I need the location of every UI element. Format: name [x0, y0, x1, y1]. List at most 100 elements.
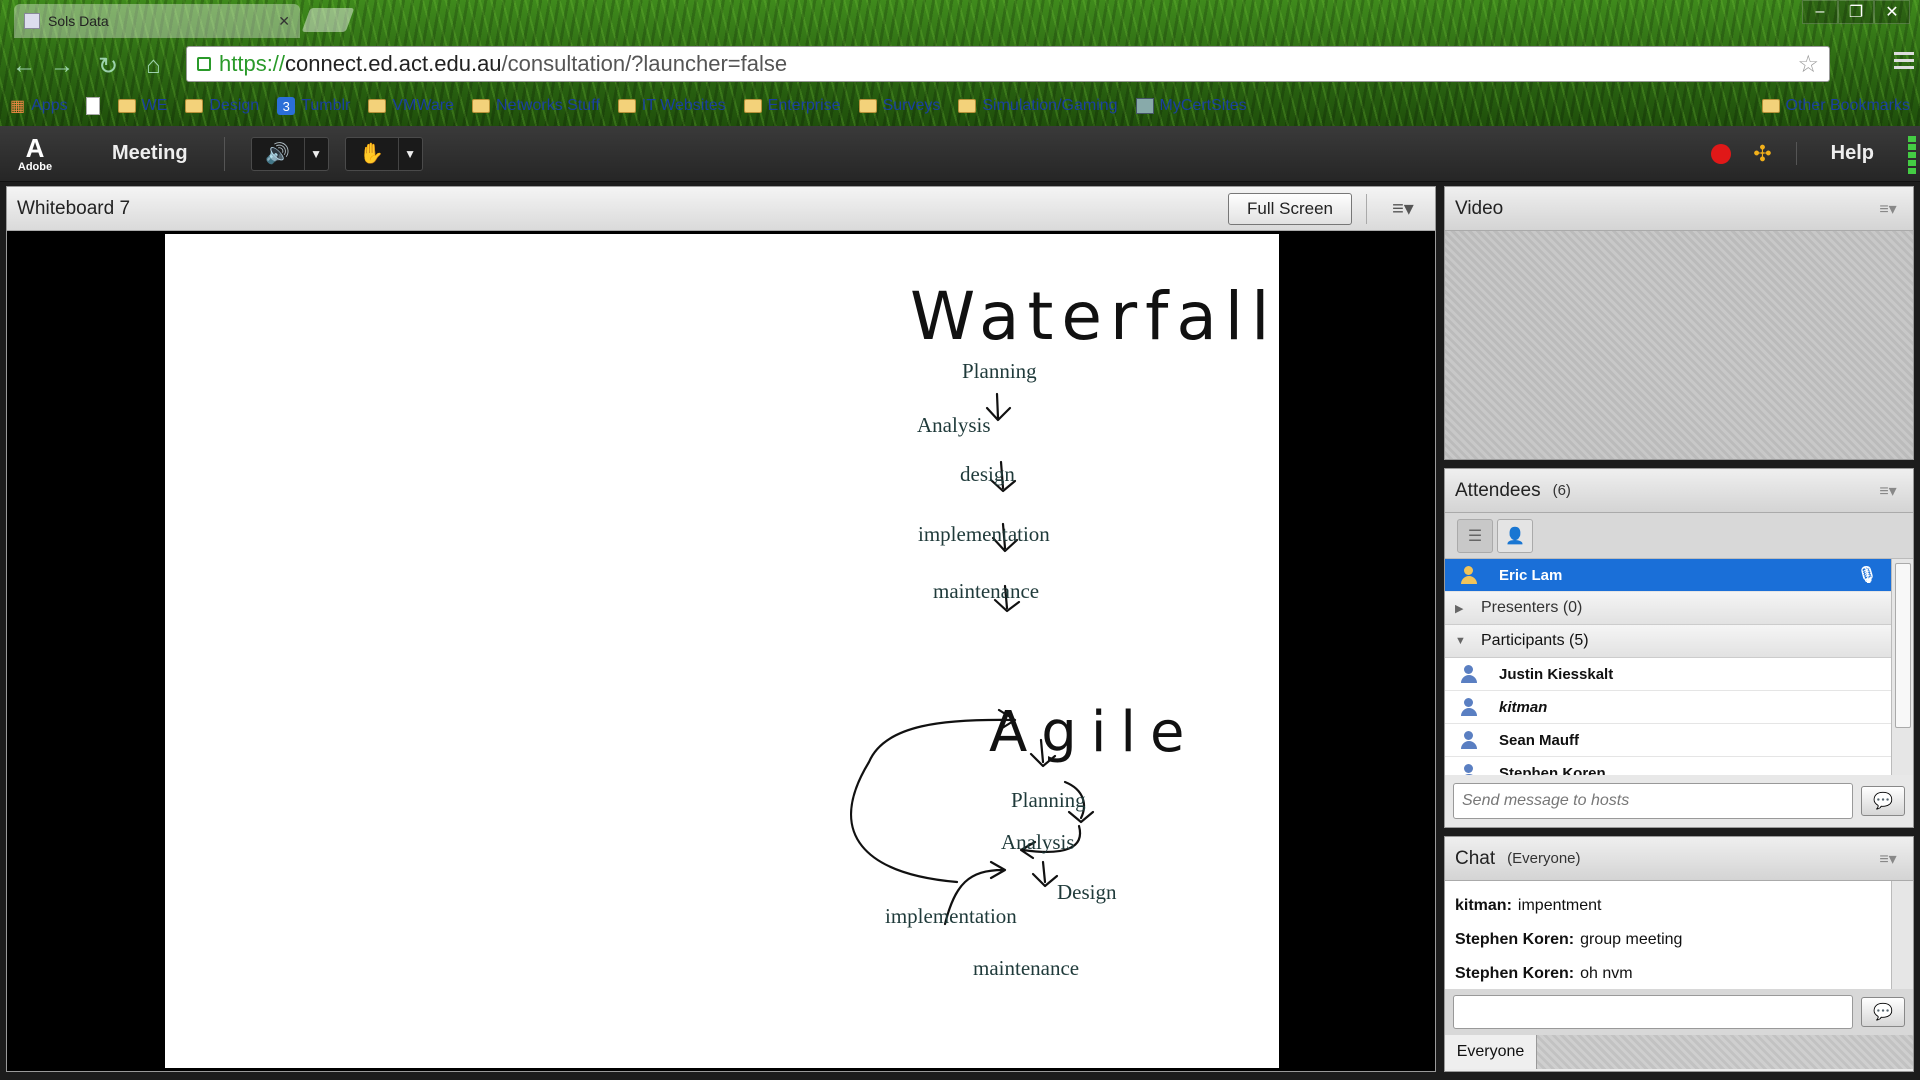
folder-icon [117, 99, 136, 113]
agile-step-analysis: Analysis [1001, 830, 1075, 854]
tab-favicon-icon [24, 13, 40, 29]
bookmark-folder-we[interactable]: WE [117, 97, 167, 115]
person-icon [1459, 664, 1479, 684]
pod-options-icon[interactable]: ≡▾ [1381, 196, 1425, 221]
back-icon[interactable]: ← [12, 52, 36, 80]
attendees-pod: Attendees (6) ≡▾ ☰ 👤 Eric Lam 🎙 ▶ Presen… [1444, 468, 1914, 828]
browser-chrome: Sols Data ✕ – ❐ ✕ ← → ↻ ⌂ https://connec… [0, 0, 1920, 126]
chat-messages: kitman: impentment Stephen Koren: group me… [1445, 881, 1913, 989]
bookmark-folder-networks[interactable]: Networks Stuff [472, 97, 600, 115]
reload-icon[interactable]: ↻ [98, 52, 118, 81]
tab-everyone[interactable]: Everyone [1445, 1035, 1537, 1069]
speech-bubble-icon: 💬 [1873, 1004, 1893, 1021]
list-view-icon[interactable]: ☰ [1457, 518, 1493, 553]
secure-lock-icon [197, 57, 211, 71]
fullscreen-arrows-icon[interactable]: ✣ [1753, 141, 1771, 167]
forward-icon[interactable]: → [50, 52, 74, 80]
attendees-count: (6) [1552, 482, 1571, 499]
send-to-hosts-input[interactable]: Send message to hosts [1453, 783, 1853, 819]
meeting-menu[interactable]: Meeting [70, 142, 214, 165]
minimize-icon[interactable]: – [1802, 0, 1838, 24]
chat-title: Chat [1455, 847, 1496, 869]
person-icon [1459, 697, 1479, 717]
chevron-down-icon[interactable]: ▼ [397, 137, 422, 170]
video-pod: Video ≡▾ [1444, 186, 1914, 460]
microphone-icon[interactable]: 🎙 [1857, 565, 1877, 585]
video-title: Video [1455, 197, 1504, 219]
bookmark-star-icon[interactable]: ☆ [1797, 50, 1819, 79]
close-tab-icon[interactable]: ✕ [278, 13, 290, 30]
folder-icon [185, 99, 204, 113]
list-item[interactable]: Justin Kiesskalt [1445, 658, 1891, 691]
bookmark-folder-surveys[interactable]: Surveys [858, 97, 940, 115]
restore-icon[interactable]: ❐ [1838, 0, 1874, 24]
folder-icon [368, 99, 387, 113]
agile-arrow-4 [1031, 860, 1059, 888]
whiteboard-canvas[interactable]: Waterfall Planning Analysis design imple… [165, 234, 1279, 1068]
raise-hand-icon[interactable]: ✋ [346, 138, 398, 170]
status-control[interactable]: ✋ ▼ [344, 136, 423, 171]
toolbar-divider [223, 136, 225, 171]
send-chat-button[interactable]: 💬 [1861, 997, 1905, 1027]
attendee-name: Eric Lam [1499, 566, 1563, 584]
chat-message: kitman: impentment [1455, 897, 1602, 914]
address-bar[interactable]: https://connect.ed.act.edu.au/consultati… [186, 46, 1830, 82]
presenters-group[interactable]: ▶ Presenters (0) [1445, 592, 1891, 625]
browser-tab[interactable]: Sols Data ✕ [14, 4, 300, 38]
send-message-button[interactable]: 💬 [1861, 786, 1905, 816]
attendee-scrollbar[interactable] [1891, 559, 1913, 775]
close-window-icon[interactable]: ✕ [1874, 0, 1910, 24]
agile-step-planning: Planning [1011, 788, 1086, 812]
full-screen-button[interactable]: Full Screen [1228, 192, 1352, 225]
list-item[interactable]: Sean Mauff [1445, 724, 1891, 757]
bookmark-page[interactable] [85, 97, 100, 115]
whiteboard-title: Whiteboard 7 [17, 197, 131, 219]
host-row[interactable]: Eric Lam 🎙 [1445, 559, 1891, 592]
bookmark-folder-vmware[interactable]: VMWare [368, 97, 454, 115]
folder-icon [472, 99, 491, 113]
audio-control[interactable]: 🔊 ▼ [250, 136, 329, 171]
browser-menu-icon[interactable] [1894, 52, 1914, 69]
chat-scrollbar[interactable] [1891, 881, 1913, 989]
chevron-down-icon[interactable]: ▼ [303, 137, 328, 170]
bookmark-folder-design[interactable]: Design [185, 97, 259, 115]
participants-group[interactable]: ▼ Participants (5) [1445, 625, 1891, 658]
speaker-icon[interactable]: 🔊 [252, 138, 304, 170]
bookmark-folder-simulation[interactable]: Simulation/Gaming [958, 97, 1118, 115]
bookmark-apps[interactable]: ▦ Apps [10, 96, 68, 116]
attendees-view-toolbar: ☰ 👤 [1445, 513, 1913, 559]
agile-step-maintenance: maintenance [973, 956, 1080, 980]
attendee-name: Justin Kiesskalt [1499, 665, 1614, 683]
bookmark-tumblr[interactable]: 3 Tumblr [277, 97, 350, 115]
chat-message: Stephen Koren: oh nvm [1455, 965, 1633, 982]
agile-heading: Agile [989, 700, 1199, 765]
chevron-down-icon: ▼ [1455, 635, 1466, 647]
bookmark-folder-it-websites[interactable]: IT Websites [617, 97, 726, 115]
chat-input[interactable] [1453, 995, 1853, 1029]
video-area [1445, 231, 1913, 459]
scrollbar-thumb[interactable] [1895, 563, 1911, 728]
bookmark-mycertsites[interactable]: MyCertSites [1135, 97, 1247, 115]
whiteboard-drawing [850, 392, 1095, 926]
pod-options-icon[interactable]: ≡▾ [1873, 199, 1903, 219]
record-icon[interactable] [1711, 143, 1732, 164]
help-menu[interactable]: Help [1795, 142, 1908, 165]
pod-options-icon[interactable]: ≡▾ [1873, 481, 1903, 501]
list-item[interactable]: Stephen Koren [1445, 757, 1891, 775]
home-icon[interactable]: ⌂ [146, 52, 161, 80]
chat-pod: Chat (Everyone) ≡▾ kitman: impentment Ste… [1444, 836, 1914, 1072]
waterfall-step-implementation: implementation [918, 522, 1050, 546]
folder-icon [858, 99, 877, 113]
new-tab-button[interactable] [301, 8, 355, 32]
status-view-icon[interactable]: 👤 [1497, 518, 1533, 553]
list-item[interactable]: kitman [1445, 691, 1891, 724]
bookmark-other[interactable]: Other Bookmarks [1761, 97, 1910, 115]
waterfall-step-design: design [960, 462, 1015, 486]
page-icon [85, 97, 100, 115]
bookmark-folder-enterprise[interactable]: Enterprise [743, 97, 841, 115]
person-icon [1459, 730, 1479, 750]
pod-options-icon[interactable]: ≡▾ [1873, 849, 1903, 869]
chat-tabs: Everyone [1445, 1035, 1913, 1069]
connect-app-bar: A Adobe Meeting 🔊 ▼ ✋ ▼ ✣ Help [0, 126, 1920, 182]
adobe-logo: A Adobe [17, 132, 53, 173]
